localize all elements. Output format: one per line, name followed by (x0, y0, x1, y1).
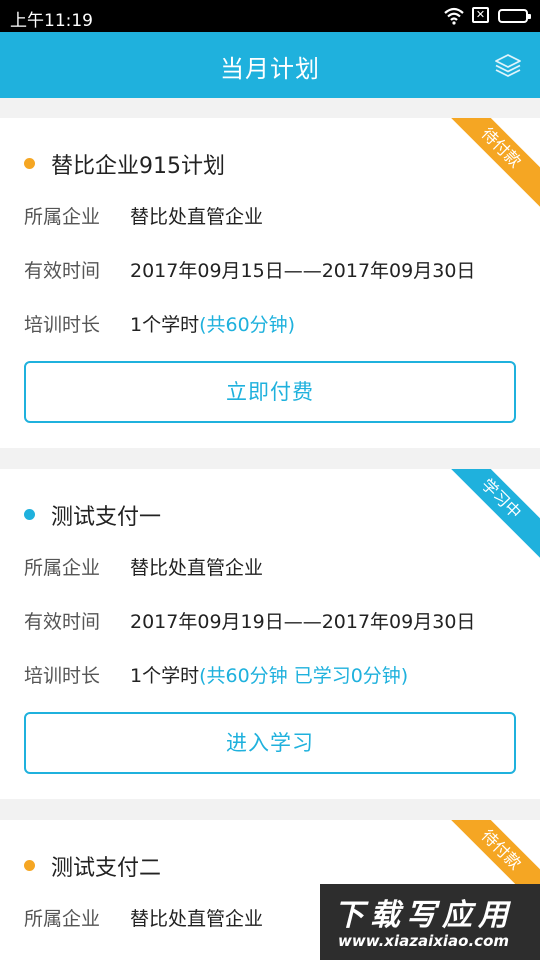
period-label: 有效时间 (24, 611, 101, 633)
status-badge: 待付款 (438, 118, 540, 211)
company-label: 所属企业 (24, 908, 101, 930)
site-watermark: 下载写应用 www.xiazaixiao.com (320, 884, 540, 960)
status-bar: 上午11:19 ✕ (0, 0, 540, 32)
wifi-icon (444, 7, 464, 25)
company-value: 替比处直管企业 (130, 206, 264, 228)
company-row: 所属企业 替比处直管企业 (24, 553, 263, 580)
period-label: 有效时间 (24, 260, 101, 282)
company-value: 替比处直管企业 (130, 908, 264, 930)
plan-card: 待付款 替比企业915计划 所属企业 替比处直管企业 有效时间 2017年09月15… (0, 118, 540, 448)
watermark-title: 下载写应用 (334, 898, 514, 933)
start-learning-button[interactable]: 进入学习 (24, 712, 516, 774)
no-sim-icon: ✕ (472, 7, 489, 23)
watermark-url: www.xiazaixiao.com (338, 932, 510, 950)
duration-label: 培训时长 (24, 665, 101, 687)
status-dot (24, 509, 35, 520)
duration-value: 1个学时 (130, 665, 200, 687)
status-time: 上午11:19 (10, 11, 93, 31)
duration-row: 培训时长 1个学时(共60分钟) (24, 310, 295, 337)
plan-name: 替比企业915计划 (51, 154, 225, 179)
app-bar: 当月计划 (0, 32, 540, 98)
period-row: 有效时间 2017年09月19日——2017年09月30日 (24, 607, 475, 634)
period-value: 2017年09月19日——2017年09月30日 (130, 611, 476, 633)
status-badge: 学习中 (438, 469, 540, 562)
duration-detail: (共60分钟 已学习0分钟) (199, 665, 409, 687)
company-row: 所属企业 替比处直管企业 (24, 202, 263, 229)
plan-name: 测试支付一 (51, 505, 162, 530)
duration-row: 培训时长 1个学时(共60分钟 已学习0分钟) (24, 661, 408, 688)
status-dot (24, 158, 35, 169)
company-label: 所属企业 (24, 206, 101, 228)
duration-detail: (共60分钟) (199, 314, 296, 336)
duration-label: 培训时长 (24, 314, 101, 336)
company-label: 所属企业 (24, 557, 101, 579)
layers-icon[interactable] (494, 51, 522, 79)
plan-card: 学习中 测试支付一 所属企业 替比处直管企业 有效时间 2017年09月19日——2… (0, 469, 540, 799)
duration-value: 1个学时 (130, 314, 200, 336)
plan-name: 测试支付二 (51, 856, 162, 881)
period-row: 有效时间 2017年09月15日——2017年09月30日 (24, 256, 475, 283)
battery-icon (498, 9, 531, 23)
period-value: 2017年09月15日——2017年09月30日 (130, 260, 476, 282)
status-dot (24, 860, 35, 871)
company-row: 所属企业 替比处直管企业 (24, 904, 263, 931)
company-value: 替比处直管企业 (130, 557, 264, 579)
page-title: 当月计划 (220, 55, 320, 83)
pay-now-button[interactable]: 立即付费 (24, 361, 516, 423)
